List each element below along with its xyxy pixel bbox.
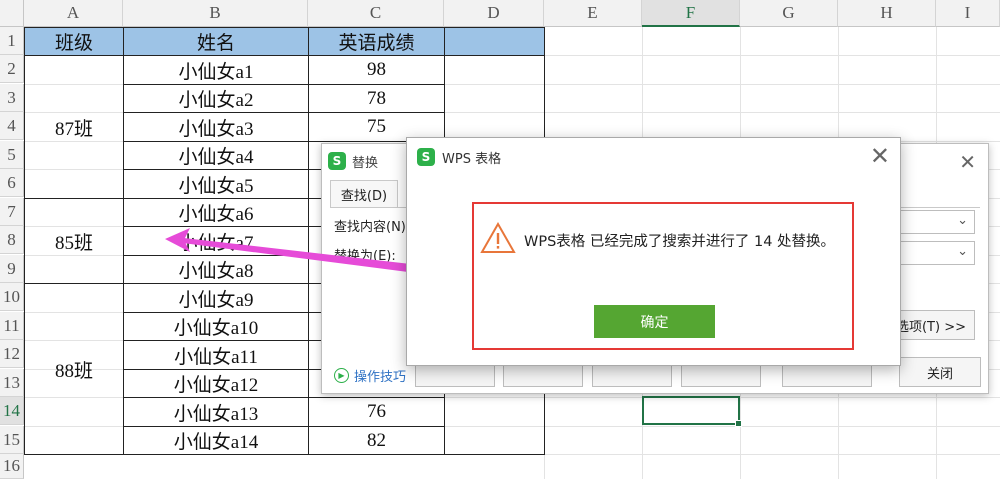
message-dialog: S WPS 表格 ✕ WPS表格 已经完成了搜索并进行了 14 处替换。 确定 (406, 137, 901, 366)
message-titlebar[interactable]: S WPS 表格 (407, 138, 900, 176)
ok-button[interactable]: 确定 (594, 305, 715, 338)
highlight-box: WPS表格 已经完成了搜索并进行了 14 处替换。 确定 (472, 202, 854, 350)
message-dialog-title: WPS 表格 (442, 151, 502, 167)
wps-logo-icon: S (417, 148, 435, 166)
message-text: WPS表格 已经完成了搜索并进行了 14 处替换。 (524, 234, 836, 250)
close-icon[interactable]: ✕ (870, 142, 890, 170)
warning-icon (480, 222, 516, 253)
